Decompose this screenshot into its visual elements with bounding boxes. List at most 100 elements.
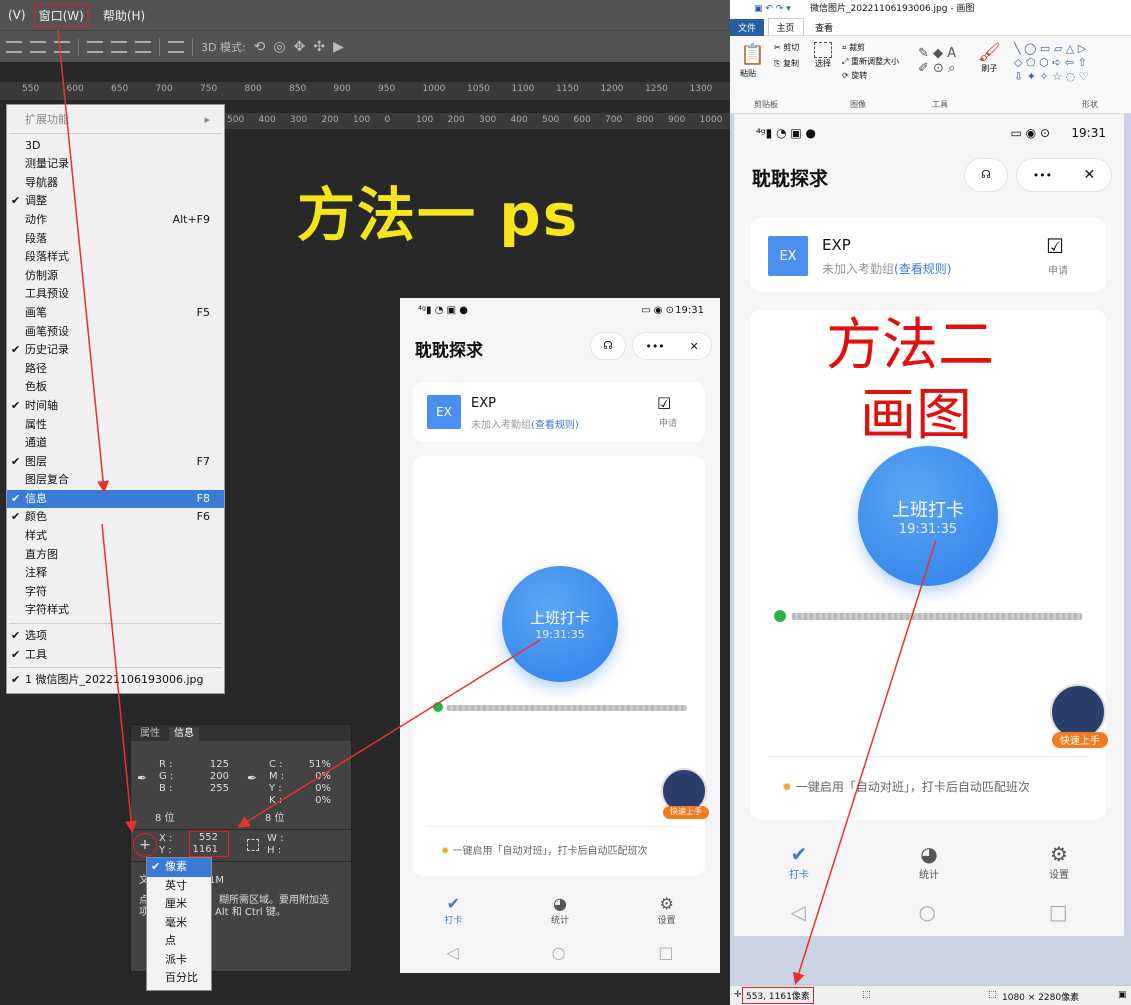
tab-properties[interactable]: 属性 bbox=[135, 727, 165, 741]
shapes-gallery[interactable]: ╲ ◯ ▭ ▱ △ ▷ ◇ ⬠ ⬡ ➪ ⇦ ⇧ ⇩ ✦ ✧ ☆ ◌ ♡ bbox=[1014, 42, 1126, 84]
nav-stats[interactable]: ◕ 统计 bbox=[919, 842, 939, 881]
close-button[interactable]: ✕ bbox=[1084, 167, 1096, 183]
nav-settings[interactable]: ⚙ 设置 bbox=[658, 894, 676, 926]
menu-item[interactable]: 画笔 F5 bbox=[7, 304, 224, 323]
recents-icon[interactable]: □ bbox=[658, 943, 673, 962]
home-icon[interactable]: ○ bbox=[919, 900, 936, 924]
tab-view[interactable]: 查看 bbox=[807, 19, 841, 36]
nav-stats[interactable]: ◕ 统计 bbox=[551, 894, 569, 926]
menu-item[interactable]: 属性 bbox=[7, 416, 224, 435]
apply-icon[interactable]: ☑ bbox=[1046, 234, 1064, 258]
tab-file[interactable]: 文件 bbox=[730, 19, 765, 36]
align-middle-icon[interactable] bbox=[30, 40, 46, 53]
menu-view-partial[interactable]: (V) bbox=[0, 8, 34, 22]
menu-item[interactable]: 工具预设 bbox=[7, 285, 224, 304]
roll-3d-icon[interactable]: ◎ bbox=[273, 39, 285, 55]
recents-icon[interactable]: □ bbox=[1049, 900, 1068, 924]
menu-item[interactable]: 画笔预设 bbox=[7, 323, 224, 342]
menu-item[interactable]: ✔ 信息 F8 bbox=[7, 489, 224, 509]
menu-item[interactable]: ✔ 调整 bbox=[7, 192, 224, 211]
rule-link[interactable]: (查看规则) bbox=[531, 420, 579, 431]
menu-item[interactable]: 测量记录 bbox=[7, 155, 224, 174]
resize-button[interactable]: ⤢ 重新调整大小 bbox=[842, 56, 899, 67]
brush-button[interactable]: 🖌 刷子 bbox=[978, 42, 1001, 74]
rotate-3d-icon[interactable]: ⟲ bbox=[254, 39, 266, 55]
nav-punch[interactable]: ✔ 打卡 bbox=[789, 842, 809, 881]
align-top-icon[interactable] bbox=[6, 40, 22, 53]
unit-option[interactable]: 厘米 bbox=[147, 895, 211, 914]
nav-settings[interactable]: ⚙ 设置 bbox=[1049, 842, 1069, 881]
rule-link[interactable]: (查看规则) bbox=[894, 262, 951, 276]
menu-item[interactable]: ✔ 时间轴 bbox=[7, 397, 224, 416]
menu-item[interactable]: 段落样式 bbox=[7, 248, 224, 267]
menu-item[interactable]: 字符样式 bbox=[7, 601, 224, 620]
menu-item[interactable]: 直方图 bbox=[7, 546, 224, 565]
home-icon[interactable]: ○ bbox=[552, 943, 566, 962]
mascot-tag[interactable]: 快速上手 bbox=[1052, 732, 1108, 748]
slide-3d-icon[interactable]: ✣ bbox=[313, 39, 325, 55]
back-icon[interactable]: ◁ bbox=[446, 943, 458, 962]
menu-item[interactable]: 动作 Alt+F9 bbox=[7, 211, 224, 230]
back-icon[interactable]: ◁ bbox=[790, 900, 805, 924]
apply-label[interactable]: 申请 bbox=[659, 416, 677, 429]
unit-option[interactable]: 派卡 bbox=[147, 951, 211, 970]
unit-option[interactable]: 点 bbox=[147, 932, 211, 951]
mascot-tag[interactable]: 快速上手 bbox=[663, 806, 709, 819]
menu-item[interactable]: 色板 bbox=[7, 378, 224, 397]
copy-button[interactable]: ⎘ 复制 bbox=[774, 58, 799, 69]
menu-item[interactable]: ✔ 颜色 F6 bbox=[7, 508, 224, 527]
close-button[interactable]: ✕ bbox=[689, 340, 698, 353]
menu-item[interactable]: 注释 bbox=[7, 564, 224, 583]
menu-window[interactable]: 窗口(W) bbox=[33, 3, 89, 27]
align-center-icon[interactable] bbox=[111, 40, 127, 53]
menu-help[interactable]: 帮助(H) bbox=[95, 7, 153, 24]
menu-item[interactable]: 导航器 bbox=[7, 174, 224, 193]
crosshair-icon[interactable]: + bbox=[133, 833, 157, 857]
apply-label[interactable]: 申请 bbox=[1048, 262, 1068, 277]
unit-option[interactable]: 百分比 bbox=[147, 969, 211, 988]
menu-item[interactable]: 样式 bbox=[7, 527, 224, 546]
quick-access-icons[interactable]: ▣ ↶ ↷ ▾ bbox=[754, 0, 791, 18]
more-button[interactable]: ••• bbox=[645, 340, 664, 353]
tab-info[interactable]: 信息 bbox=[169, 727, 199, 741]
nav-punch[interactable]: ✔ 打卡 bbox=[444, 894, 462, 926]
menu-item[interactable]: 图层复合 bbox=[7, 471, 224, 490]
punch-button[interactable]: 上班打卡 19:31:35 bbox=[502, 566, 618, 682]
menu-item[interactable]: 仿制源 bbox=[7, 267, 224, 286]
scale-3d-icon[interactable]: ▶ bbox=[333, 39, 344, 55]
menu-item[interactable]: ✔ 工具 bbox=[7, 646, 224, 665]
punch-button[interactable]: 上班打卡 19:31:35 bbox=[858, 446, 998, 586]
menu-item-document[interactable]: ✔ 1 微信图片_20221106193006.jpg bbox=[7, 671, 224, 690]
align-bottom-icon[interactable] bbox=[54, 40, 70, 53]
paste-icon[interactable]: 📋 bbox=[740, 42, 765, 66]
unit-option[interactable]: ✔ 像素 bbox=[147, 858, 211, 877]
annotation-method-two-l1: 方法二 bbox=[826, 313, 994, 378]
pan-3d-icon[interactable]: ✥ bbox=[294, 39, 306, 55]
crop-button[interactable]: ⌗ 裁剪 bbox=[842, 42, 865, 53]
menu-item[interactable]: 段落 bbox=[7, 230, 224, 249]
paste-label[interactable]: 粘贴 bbox=[740, 68, 756, 79]
menu-item[interactable]: 字符 bbox=[7, 583, 224, 602]
menu-item-extensions[interactable]: 扩展功能 ▸ bbox=[7, 111, 224, 130]
menu-item[interactable]: ✔ 历史记录 bbox=[7, 341, 224, 360]
distribute-icon[interactable] bbox=[168, 40, 184, 53]
unit-option[interactable]: 毫米 bbox=[147, 914, 211, 933]
menu-item[interactable]: 路径 bbox=[7, 360, 224, 379]
cut-button[interactable]: ✂ 剪切 bbox=[774, 42, 799, 53]
ruler-label: 500 bbox=[542, 115, 560, 125]
menu-item[interactable]: ✔ 选项 bbox=[7, 627, 224, 646]
align-right-icon[interactable] bbox=[135, 40, 151, 53]
unit-option[interactable]: 英寸 bbox=[147, 877, 211, 896]
align-left-icon[interactable] bbox=[87, 40, 103, 53]
tab-home[interactable]: 主页 bbox=[767, 18, 804, 36]
apply-icon[interactable]: ☑ bbox=[657, 394, 671, 413]
help-button[interactable]: ☊ bbox=[964, 158, 1008, 192]
rotate-button[interactable]: ⟳ 旋转 bbox=[842, 70, 867, 81]
tools-group[interactable]: ✎ ◆ A ✐ ⊙ ⌕ bbox=[918, 46, 956, 76]
more-button[interactable]: ••• bbox=[1033, 169, 1052, 182]
menu-item[interactable]: ✔ 图层 F7 bbox=[7, 453, 224, 472]
select-button[interactable]: 选择 bbox=[814, 42, 832, 69]
menu-item[interactable]: 通道 bbox=[7, 434, 224, 453]
menu-item[interactable]: 3D bbox=[7, 137, 224, 156]
help-button[interactable]: ☊ bbox=[590, 332, 626, 360]
